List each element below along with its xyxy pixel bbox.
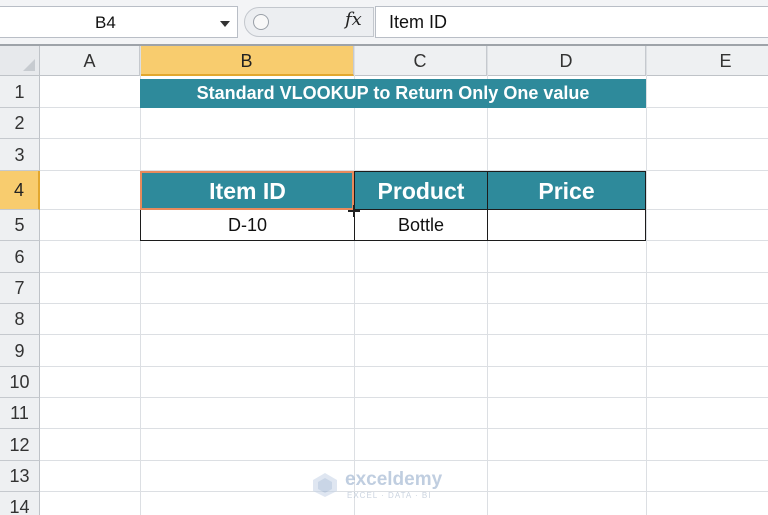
- gridline: [40, 303, 768, 304]
- insert-function-icon[interactable]: fx: [345, 9, 362, 30]
- gridline: [487, 46, 488, 515]
- fill-handle-cursor-icon[interactable]: [348, 205, 360, 217]
- gridline: [140, 46, 141, 515]
- row-header-13[interactable]: 13: [0, 461, 40, 492]
- column-header-d[interactable]: D: [487, 46, 646, 76]
- row-header-8[interactable]: 8: [0, 304, 40, 335]
- select-all-icon: [23, 59, 35, 71]
- name-box-value: B4: [95, 13, 116, 32]
- table-cell-product[interactable]: Bottle: [354, 210, 488, 241]
- chevron-down-icon[interactable]: [220, 21, 230, 27]
- table-header-product[interactable]: Product: [354, 171, 488, 210]
- row-header-6[interactable]: 6: [0, 241, 40, 273]
- row-header-10[interactable]: 10: [0, 367, 40, 398]
- gridline: [40, 334, 768, 335]
- formula-bar: B4 fx Item ID: [0, 0, 768, 44]
- gridline: [40, 272, 768, 273]
- table-header-price[interactable]: Price: [487, 171, 646, 210]
- formula-value: Item ID: [389, 12, 448, 32]
- gridline: [40, 460, 768, 461]
- row-header-14[interactable]: 14: [0, 492, 40, 515]
- row-header-11[interactable]: 11: [0, 398, 40, 429]
- table-cell-price[interactable]: [487, 210, 646, 241]
- column-header-e[interactable]: E: [646, 46, 768, 76]
- watermark-name: exceldemy: [345, 469, 443, 490]
- exceldemy-logo-icon: [313, 473, 337, 497]
- watermark-tagline: EXCEL · DATA · BI: [347, 491, 432, 500]
- row-header-1[interactable]: 1: [0, 76, 40, 108]
- row-header-9[interactable]: 9: [0, 335, 40, 367]
- gridline: [40, 397, 768, 398]
- column-header-b[interactable]: B: [140, 46, 354, 76]
- sheet-title-cell[interactable]: Standard VLOOKUP to Return Only One valu…: [140, 79, 646, 108]
- select-all-button[interactable]: [0, 46, 40, 76]
- row-header-5[interactable]: 5: [0, 210, 40, 241]
- row-header-4[interactable]: 4: [0, 171, 40, 210]
- column-header-a[interactable]: A: [40, 46, 140, 76]
- gridline: [40, 366, 768, 367]
- row-header-2[interactable]: 2: [0, 108, 40, 139]
- splitter-knob-icon[interactable]: [253, 14, 269, 30]
- table-header-item-id[interactable]: Item ID: [140, 171, 355, 210]
- watermark: exceldemy EXCEL · DATA · BI: [312, 469, 472, 501]
- table-cell-item-id[interactable]: D-10: [140, 210, 355, 241]
- row-header-12[interactable]: 12: [0, 429, 40, 461]
- gridline: [646, 46, 647, 515]
- gridline: [40, 428, 768, 429]
- name-box[interactable]: B4: [0, 6, 238, 38]
- column-header-c[interactable]: C: [354, 46, 487, 76]
- formula-input[interactable]: Item ID: [375, 6, 768, 38]
- row-header-7[interactable]: 7: [0, 273, 40, 304]
- gridline: [354, 46, 355, 515]
- worksheet-grid[interactable]: A B C D E 1 2 3 4 5 6 7 8 9 10 11 12 13 …: [0, 44, 768, 515]
- row-header-3[interactable]: 3: [0, 139, 40, 171]
- gridline: [40, 138, 768, 139]
